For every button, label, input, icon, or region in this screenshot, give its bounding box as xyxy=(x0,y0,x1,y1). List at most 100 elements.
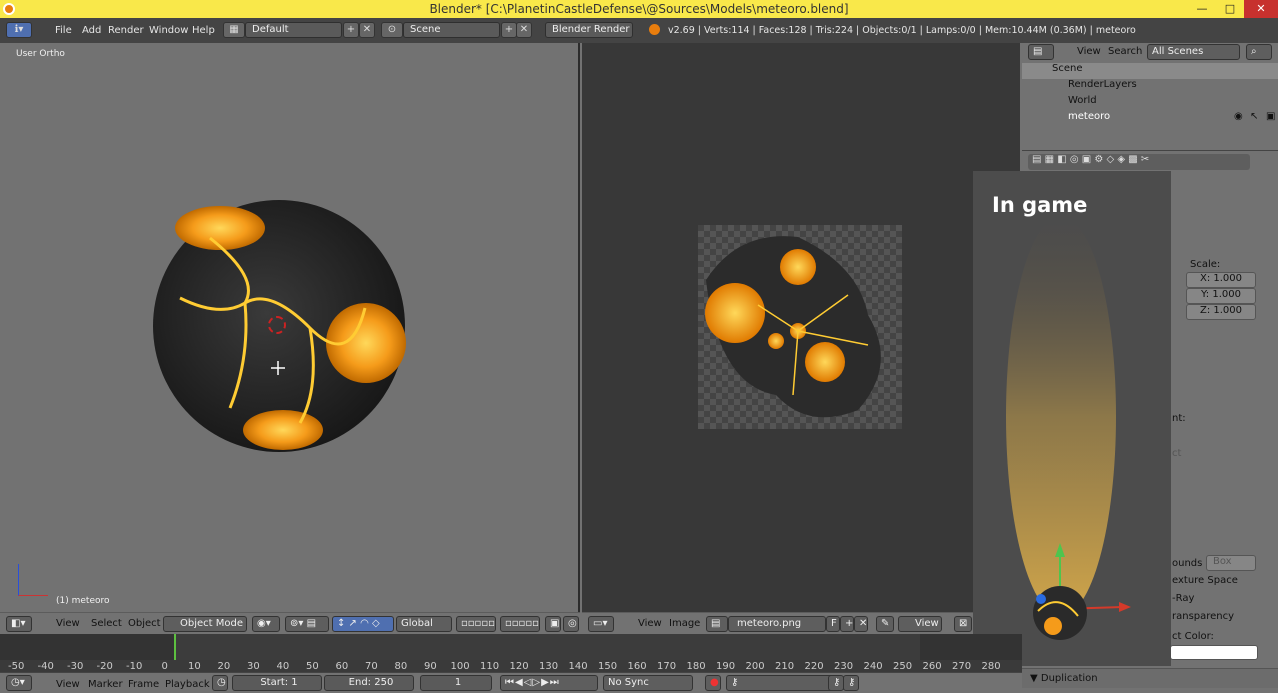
menu-add[interactable]: Add xyxy=(82,25,101,36)
opengl-render-icon[interactable]: ◎ xyxy=(563,616,579,632)
scene-field[interactable]: Scene xyxy=(403,22,500,38)
keying-set-field[interactable]: ⚷ xyxy=(726,675,840,691)
remove-scene-button[interactable]: ✕ xyxy=(516,22,532,38)
object-color-swatch[interactable] xyxy=(1170,645,1258,660)
editor-type-outliner-icon[interactable]: ▤ xyxy=(1028,44,1054,60)
timeline-tick-label: 220 xyxy=(804,661,824,672)
manipulator-toggles[interactable]: ↕ ↗ ◠ ◇ xyxy=(332,616,394,632)
menu-image[interactable]: Image xyxy=(669,618,700,629)
menu-help[interactable]: Help xyxy=(192,25,215,36)
window-title: Blender* [C:\PlanetinCastleDefense\@Sour… xyxy=(429,2,849,16)
partial-label-texture-space: exture Space xyxy=(1172,575,1238,586)
editor-type-image-icon[interactable]: ▭▾ xyxy=(588,616,614,632)
pivot-select[interactable]: ⊚▾ ▤ xyxy=(285,616,329,632)
screen-layout-icon[interactable]: ▦ xyxy=(223,22,245,38)
pin-icon[interactable]: ✎ xyxy=(876,616,894,632)
menu-file[interactable]: File xyxy=(55,25,72,36)
view-mode-select[interactable]: View xyxy=(898,616,942,632)
menu-object[interactable]: Object xyxy=(128,618,161,629)
timeline-tick-label: 230 xyxy=(834,661,854,672)
image-name-field[interactable]: meteoro.png xyxy=(728,616,826,632)
outliner-item-label: Scene xyxy=(1052,63,1083,74)
3d-viewport-header: ◧▾ View Select Object Object Mode ◉▾ ⊚▾ … xyxy=(0,612,580,635)
scale-x-value: X: 1.000 xyxy=(1199,273,1243,284)
info-header: ℹ▾ File Add Render Window Help ▦ Default… xyxy=(0,18,1278,43)
delete-keyframe-button[interactable]: ⚷ xyxy=(843,675,859,691)
scale-z-field[interactable]: Z: 1.000 xyxy=(1186,304,1256,320)
editor-type-timeline-icon[interactable]: ◷▾ xyxy=(6,675,32,691)
menu-render[interactable]: Render xyxy=(108,25,144,36)
menu-marker[interactable]: Marker xyxy=(88,679,123,690)
properties-tabs[interactable]: ▤ ▦ ◧ ◎ ▣ ⚙ ◇ ◈ ▩ ✂ xyxy=(1028,154,1250,170)
timeline-tick-label: -40 xyxy=(37,661,54,672)
editor-type-3d-icon[interactable]: ◧▾ xyxy=(6,616,32,632)
timeline-area[interactable]: -50 -40 -30 -20 -10 0 10 20 30 40 50 60 70 80 90 100 110… xyxy=(0,634,1022,672)
current-frame-field[interactable]: 1 xyxy=(420,675,492,691)
timeline-tick-label: 260 xyxy=(922,661,942,672)
editor-type-info-icon[interactable]: ℹ▾ xyxy=(6,22,32,38)
layers-grid-2[interactable]: ▫▫▫▫▫ xyxy=(500,616,540,632)
3d-viewport[interactable]: User Ortho (1) meteoro xyxy=(0,43,580,613)
partial-label-ct: ct xyxy=(1172,448,1182,459)
scale-y-field[interactable]: Y: 1.000 xyxy=(1186,288,1256,304)
render-icon[interactable]: ▣ xyxy=(545,616,561,632)
render-camera-icon[interactable]: ▣ xyxy=(1266,111,1275,122)
maximize-button[interactable]: □ xyxy=(1216,0,1244,18)
shading-select[interactable]: ◉▾ xyxy=(252,616,280,632)
end-frame-field[interactable]: End: 250 xyxy=(324,675,414,691)
timeline-tick-label: 30 xyxy=(247,661,260,672)
add-layout-button[interactable]: + xyxy=(343,22,359,38)
add-scene-button[interactable]: + xyxy=(501,22,517,38)
outliner-item-meteoro[interactable]: meteoro ◉ ↖ ▣ xyxy=(1022,111,1278,127)
menu-view[interactable]: View xyxy=(56,679,80,690)
new-image-button[interactable]: + xyxy=(840,616,854,632)
menu-window[interactable]: Window xyxy=(149,25,188,36)
current-frame-indicator[interactable] xyxy=(174,634,176,660)
minimize-button[interactable]: — xyxy=(1188,0,1216,18)
timeline-tick-label: 100 xyxy=(450,661,470,672)
layers-grid[interactable]: ▫▫▫▫▫ xyxy=(456,616,496,632)
playback-controls[interactable]: ⏮◀◁▷▶⏭ xyxy=(500,675,598,691)
menu-view[interactable]: View xyxy=(1077,46,1101,57)
fake-user-button[interactable]: F xyxy=(826,616,840,632)
outliner-header: ▤ View Search All Scenes ⌕ xyxy=(1022,43,1278,61)
scene-icon[interactable]: ⊙ xyxy=(381,22,403,38)
display-mode-select[interactable]: All Scenes xyxy=(1147,44,1240,60)
render-engine-select[interactable]: Blender Render xyxy=(545,22,633,38)
sync-mode-select[interactable]: No Sync xyxy=(603,675,693,691)
unlink-image-button[interactable]: ✕ xyxy=(854,616,868,632)
uv-sync-icon[interactable]: ⊠ xyxy=(954,616,972,632)
insert-keyframe-button[interactable]: ⚷ xyxy=(828,675,844,691)
object-mode-select[interactable]: Object Mode xyxy=(163,616,247,632)
timeline-tick-label: 20 xyxy=(217,661,231,672)
scale-x-field[interactable]: X: 1.000 xyxy=(1186,272,1256,288)
timeline-tick-label: 80 xyxy=(394,661,408,672)
menu-playback[interactable]: Playback xyxy=(165,679,210,690)
menu-view[interactable]: View xyxy=(56,618,80,629)
scale-z-value: Z: 1.000 xyxy=(1199,305,1243,316)
selectable-cursor-icon[interactable]: ↖ xyxy=(1250,111,1258,122)
record-button[interactable]: ● xyxy=(705,675,721,691)
visibility-eye-icon[interactable]: ◉ xyxy=(1234,111,1243,122)
start-frame-field[interactable]: Start: 1 xyxy=(232,675,322,691)
screen-layout-field[interactable]: Default xyxy=(245,22,342,38)
outliner-item-world[interactable]: World xyxy=(1022,95,1278,111)
search-icon[interactable]: ⌕ xyxy=(1246,44,1272,60)
menu-select[interactable]: Select xyxy=(91,618,122,629)
outliner-item-scene[interactable]: Scene xyxy=(1022,63,1278,79)
uv-image-editor[interactable] xyxy=(582,43,1020,613)
texture-canvas[interactable] xyxy=(698,225,902,429)
image-browse-icon[interactable]: ▤ xyxy=(706,616,728,632)
menu-search[interactable]: Search xyxy=(1108,46,1142,57)
menu-view[interactable]: View xyxy=(638,618,662,629)
remove-layout-button[interactable]: ✕ xyxy=(359,22,375,38)
partial-label-xray: -Ray xyxy=(1172,593,1195,604)
outliner-item-renderlayers[interactable]: RenderLayers xyxy=(1022,79,1278,95)
timeline-tick-label: 180 xyxy=(686,661,706,672)
preview-range-icon[interactable]: ◷ xyxy=(212,675,228,691)
duplication-panel-header[interactable]: ▼ Duplication xyxy=(1022,668,1278,688)
bounds-type-select[interactable]: Box xyxy=(1206,555,1256,571)
orientation-select[interactable]: Global xyxy=(396,616,452,632)
close-button[interactable]: ✕ xyxy=(1244,0,1278,18)
menu-frame[interactable]: Frame xyxy=(128,679,159,690)
